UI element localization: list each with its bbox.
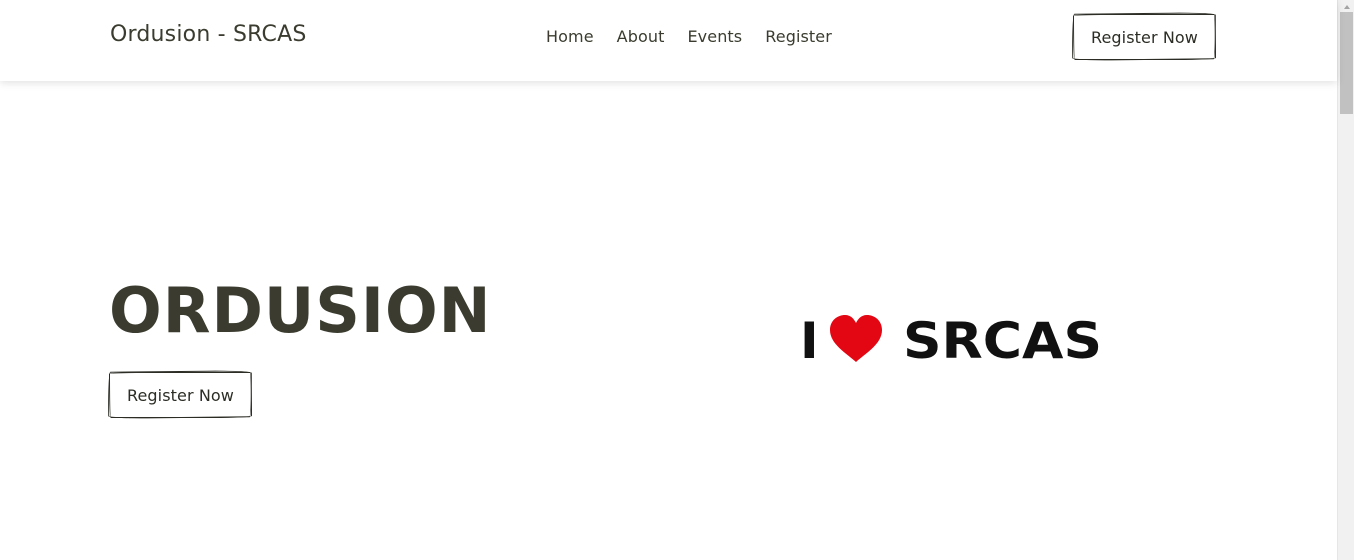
site-brand[interactable]: Ordusion - SRCAS bbox=[110, 22, 307, 47]
i-love-srcas-logo: I SRCAS bbox=[800, 312, 1102, 364]
nav-links: Home About Events Register bbox=[546, 27, 832, 46]
heart-icon bbox=[830, 315, 882, 362]
navbar: Ordusion - SRCAS Home About Events Regis… bbox=[0, 0, 1337, 81]
nav-link-home[interactable]: Home bbox=[546, 27, 594, 46]
logo-letter-i: I bbox=[800, 312, 819, 364]
hero-register-now-button[interactable]: Register Now bbox=[109, 372, 252, 418]
hero-title: ORDUSION bbox=[109, 274, 492, 347]
nav-link-events[interactable]: Events bbox=[687, 27, 742, 46]
logo-word-srcas: SRCAS bbox=[903, 312, 1102, 364]
nav-link-register[interactable]: Register bbox=[765, 27, 832, 46]
nav-link-about[interactable]: About bbox=[617, 27, 665, 46]
scrollbar-thumb[interactable] bbox=[1340, 12, 1353, 114]
nav-register-now-button[interactable]: Register Now bbox=[1073, 14, 1216, 60]
vertical-scrollbar[interactable] bbox=[1337, 0, 1354, 560]
